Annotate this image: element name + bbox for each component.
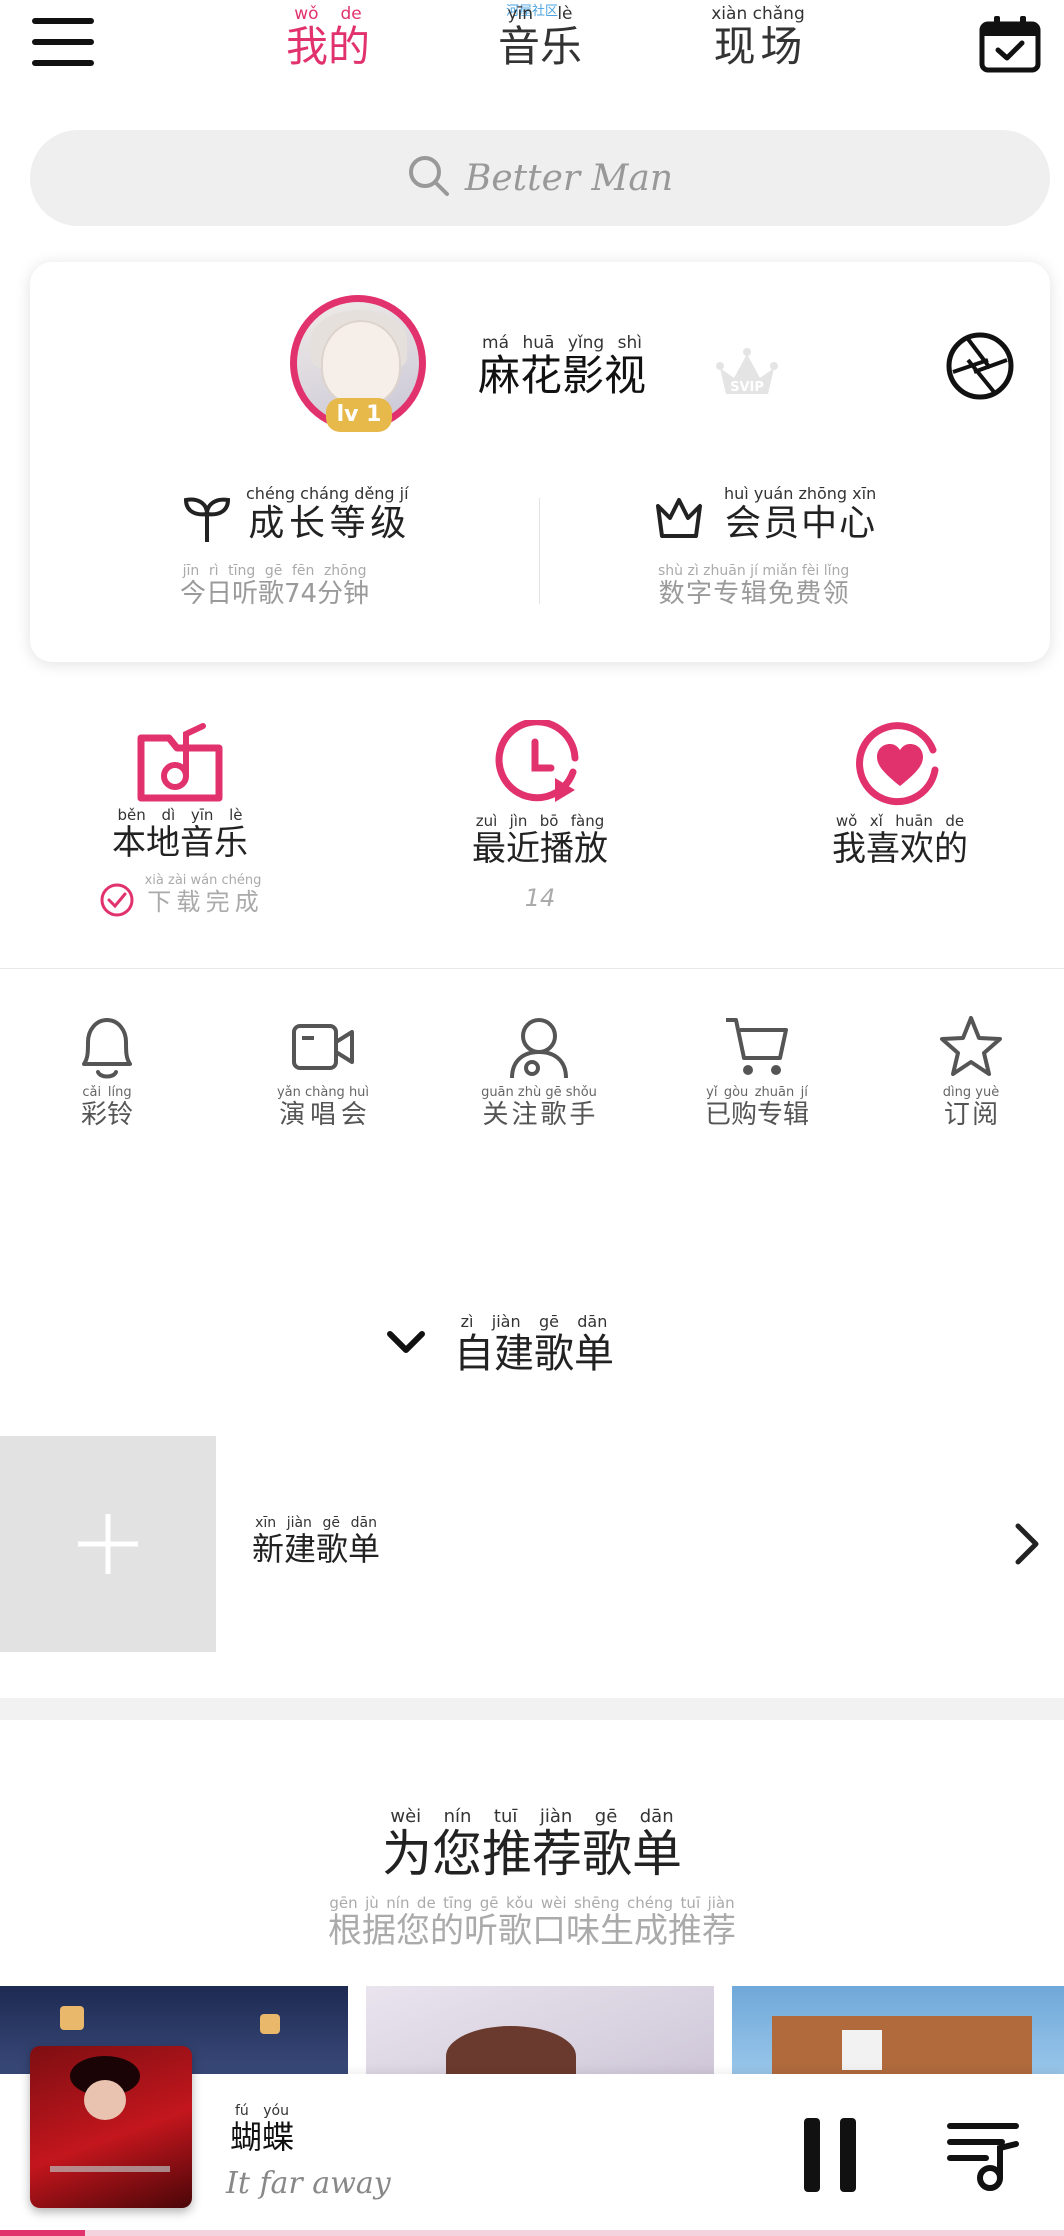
- ringtone-button[interactable]: 彩铃cǎi líng: [32, 1012, 182, 1131]
- sprout-icon: [182, 494, 232, 548]
- local-music-button[interactable]: 本地音乐běn dì yīn lè 下载完成xià zài wán chéng: [80, 720, 280, 924]
- heart-circle-icon: [800, 720, 1000, 814]
- pause-icon[interactable]: [800, 2118, 860, 2192]
- playlist-queue-icon[interactable]: [946, 2118, 1022, 2192]
- aperture-settings-icon[interactable]: [944, 330, 1016, 402]
- recent-play-clock-icon: [440, 718, 640, 814]
- local-music-label: 本地音乐běn dì yīn lè: [112, 806, 248, 863]
- chevron-right-icon[interactable]: [1012, 1522, 1042, 1570]
- card-divider: [539, 498, 540, 604]
- divider: [0, 968, 1064, 969]
- hamburger-menu-icon[interactable]: [32, 16, 94, 68]
- shopping-cart-icon: [682, 1012, 832, 1086]
- check-circle-icon: [99, 882, 135, 924]
- svg-text:SVIP: SVIP: [730, 380, 764, 395]
- video-camera-icon: [248, 1012, 398, 1086]
- local-music-status: 下载完成xià zài wán chéng: [80, 873, 280, 924]
- recent-play-label: 最近播放zuì jìn bō fàng: [472, 812, 608, 869]
- recent-play-count: 14: [524, 884, 556, 912]
- album-cover[interactable]: [30, 2046, 192, 2208]
- plus-icon: [78, 1514, 138, 1574]
- new-playlist-label[interactable]: 新建歌单xīn jiàn gē dān: [252, 1515, 380, 1570]
- player-progress-bar[interactable]: [0, 2230, 1064, 2236]
- tab-mine[interactable]: 我的wǒ de: [248, 4, 408, 74]
- search-placeholder: Better Man: [464, 157, 674, 199]
- username[interactable]: 麻花影视má huā yǐng shì: [478, 333, 646, 403]
- section-separator: [0, 1698, 1064, 1720]
- member-subtitle: 数字专辑免费领shù zì zhuān jí miǎn fèi lǐng: [658, 563, 850, 609]
- player-progress-fill: [0, 2230, 86, 2236]
- recommend-subtitle: 根据您的听歌口味生成推荐gēn jù nín de tīng gē kǒu wè…: [328, 1894, 736, 1951]
- member-title: 会员中心huì yuán zhōng xīn: [724, 484, 877, 544]
- star-icon: [896, 1012, 1046, 1086]
- crown-icon: [654, 496, 704, 546]
- purchased-albums-button[interactable]: 已购专辑yǐ gòu zhuān jí: [682, 1012, 832, 1131]
- bell-icon: [32, 1012, 182, 1086]
- concert-button[interactable]: 演唱会yǎn chàng huì: [248, 1012, 398, 1131]
- local-music-folder-icon: [80, 720, 280, 808]
- recommend-playlist-card[interactable]: [366, 1986, 714, 2076]
- subscribe-button[interactable]: 订阅dìng yuè: [896, 1012, 1046, 1131]
- favorites-label: 我喜欢的wǒ xǐ huān de: [832, 812, 968, 869]
- recommend-playlist-card[interactable]: [732, 1986, 1064, 2076]
- singer-user-icon: [464, 1012, 614, 1086]
- growth-title: 成长等级chéng cháng děng jí: [246, 484, 409, 544]
- followed-singers-button[interactable]: 关注歌手guān zhù gē shǒu: [464, 1012, 614, 1131]
- playlist-section-title: 自建歌单zì jiàn gē dān: [454, 1312, 614, 1377]
- song-title[interactable]: 蝴蝶fú yóu: [230, 2103, 294, 2158]
- search-input[interactable]: Better Man: [30, 130, 1050, 226]
- recommend-title: 为您推荐歌单wèi nín tuī jiàn gē dān: [382, 1806, 682, 1883]
- level-badge: lv 1: [326, 398, 392, 432]
- growth-subtitle: 今日听歌74分钟jīn rì tīng gē fēn zhōng: [180, 563, 370, 609]
- recent-play-button[interactable]: 最近播放zuì jìn bō fàng 14: [440, 718, 640, 912]
- search-icon: [407, 154, 451, 202]
- tab-music[interactable]: 音乐yīn lè: [460, 4, 620, 74]
- tab-live[interactable]: 现场xiàn chǎng: [678, 4, 838, 74]
- song-artist: It far away: [226, 2166, 391, 2201]
- svip-crown-icon[interactable]: SVIP: [712, 346, 782, 402]
- favorites-button[interactable]: 我喜欢的wǒ xǐ huān de: [800, 720, 1000, 870]
- calendar-check-icon[interactable]: [978, 16, 1042, 73]
- chevron-down-icon: [386, 1330, 426, 1360]
- new-playlist-thumbnail[interactable]: [0, 1436, 216, 1652]
